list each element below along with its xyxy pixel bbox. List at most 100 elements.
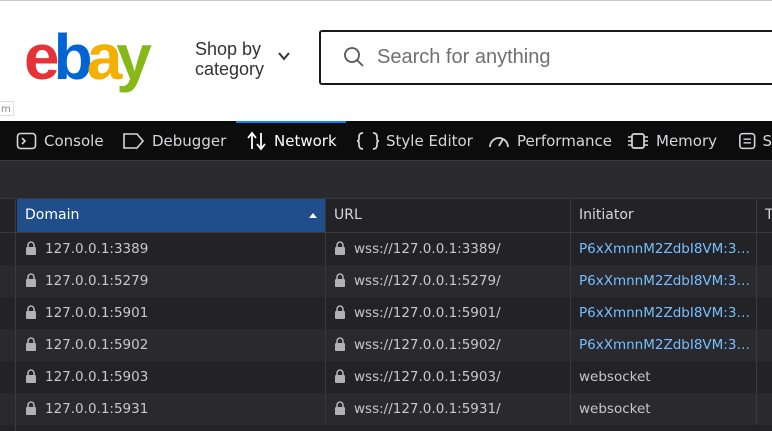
sort-ascending-icon bbox=[309, 213, 317, 218]
initiator-cell[interactable]: P6xXmnnM2ZdbI8VM:3… bbox=[571, 297, 757, 329]
category-label: category bbox=[195, 59, 265, 79]
logo-letter-a: a bbox=[86, 21, 123, 93]
initiator-link[interactable]: P6xXmnnM2ZdbI8VM:3… bbox=[579, 337, 750, 353]
table-row[interactable]: 127.0.0.1:5901 wss://127.0.0.1:5901/P6xXm… bbox=[0, 297, 772, 329]
url-cell: wss://127.0.0.1:5903/ bbox=[326, 361, 571, 393]
tab-network[interactable]: Network bbox=[236, 121, 346, 161]
column-header-url[interactable]: URL bbox=[326, 199, 571, 232]
tab-memory[interactable]: Memory bbox=[626, 121, 726, 161]
initiator-cell[interactable]: P6xXmnnM2ZdbI8VM:3… bbox=[571, 233, 757, 265]
url-cell: wss://127.0.0.1:3389/ bbox=[326, 233, 571, 265]
tab-label: S bbox=[762, 132, 772, 150]
logo-letter-e: e bbox=[24, 21, 60, 93]
network-filter-bar bbox=[0, 161, 772, 199]
table-row[interactable]: 127.0.0.1:5903 wss://127.0.0.1:5903/webso… bbox=[0, 361, 772, 393]
column-label: URL bbox=[334, 207, 362, 223]
type-cell bbox=[757, 361, 772, 393]
type-cell bbox=[757, 297, 772, 329]
initiator-link[interactable]: P6xXmnnM2ZdbI8VM:3… bbox=[579, 273, 750, 289]
search-icon bbox=[344, 47, 364, 67]
tab-label: Memory bbox=[656, 132, 718, 150]
tab-style-editor[interactable]: Style Editor bbox=[356, 121, 476, 161]
tab-performance[interactable]: Performance bbox=[487, 121, 612, 161]
type-cell bbox=[757, 265, 772, 297]
domain-text: 127.0.0.1:5279 bbox=[45, 273, 149, 289]
devtools-toolbar: Console Debugger Network Style Editor Pe… bbox=[0, 121, 772, 161]
tab-label: Debugger bbox=[152, 132, 227, 150]
lock-icon bbox=[335, 368, 345, 383]
tab-label: Console bbox=[44, 132, 104, 150]
style-editor-icon bbox=[356, 132, 380, 150]
lock-icon bbox=[26, 336, 36, 351]
memory-icon bbox=[628, 133, 648, 149]
domain-text: 127.0.0.1:5902 bbox=[45, 337, 149, 353]
column-header-initiator[interactable]: Initiator bbox=[571, 199, 757, 232]
column-label: Domain bbox=[25, 207, 80, 223]
shop-by-label: Shop by bbox=[195, 39, 262, 59]
domain-cell: 127.0.0.1:5901 bbox=[17, 297, 326, 329]
tab-storage[interactable]: S bbox=[738, 121, 772, 161]
domain-cell: 127.0.0.1:5279 bbox=[17, 265, 326, 297]
lock-icon bbox=[26, 272, 36, 287]
domain-cell: 127.0.0.1:5903 bbox=[17, 361, 326, 393]
initiator-text: websocket bbox=[579, 401, 651, 417]
logo-letter-y: y bbox=[116, 21, 152, 93]
url-text: wss://127.0.0.1:5931/ bbox=[354, 401, 501, 417]
domain-cell: 127.0.0.1:5902 bbox=[17, 329, 326, 361]
lock-icon bbox=[335, 304, 345, 319]
table-row[interactable]: 127.0.0.1:5279 wss://127.0.0.1:5279/P6xXm… bbox=[0, 265, 772, 297]
initiator-link[interactable]: P6xXmnnM2ZdbI8VM:3… bbox=[579, 241, 750, 257]
lock-icon bbox=[26, 368, 36, 383]
logo-letter-b: b bbox=[53, 21, 93, 93]
page-fragment: m bbox=[0, 101, 14, 116]
type-cell bbox=[757, 233, 772, 265]
chevron-down-icon[interactable] bbox=[277, 49, 291, 63]
url-text: wss://127.0.0.1:5279/ bbox=[354, 273, 501, 289]
url-cell: wss://127.0.0.1:5931/ bbox=[326, 393, 571, 425]
lock-icon bbox=[335, 272, 345, 287]
initiator-cell[interactable]: P6xXmnnM2ZdbI8VM:3… bbox=[571, 265, 757, 297]
url-cell: wss://127.0.0.1:5901/ bbox=[326, 297, 571, 329]
url-cell: wss://127.0.0.1:5902/ bbox=[326, 329, 571, 361]
url-text: wss://127.0.0.1:5902/ bbox=[354, 337, 501, 353]
domain-text: 127.0.0.1:5903 bbox=[45, 369, 149, 385]
ebay-header: ebay Shop by category m bbox=[0, 0, 772, 121]
initiator-link[interactable]: P6xXmnnM2ZdbI8VM:3… bbox=[579, 305, 750, 321]
initiator-cell[interactable]: P6xXmnnM2ZdbI8VM:3… bbox=[571, 329, 757, 361]
initiator-cell: websocket bbox=[571, 361, 757, 393]
lock-icon bbox=[26, 400, 36, 415]
network-table-header: Domain URL Initiator Ty bbox=[0, 199, 772, 233]
lock-icon bbox=[335, 336, 345, 351]
search-input[interactable] bbox=[377, 32, 757, 83]
shop-by-category-button[interactable]: Shop by category bbox=[195, 39, 264, 79]
domain-text: 127.0.0.1:5931 bbox=[45, 401, 149, 417]
url-text: wss://127.0.0.1:5903/ bbox=[354, 369, 501, 385]
domain-text: 127.0.0.1:3389 bbox=[45, 241, 149, 257]
domain-cell: 127.0.0.1:5931 bbox=[17, 393, 326, 425]
tab-debugger[interactable]: Debugger bbox=[122, 121, 230, 161]
tab-label: Performance bbox=[516, 132, 612, 150]
table-row[interactable]: 127.0.0.1:5931 wss://127.0.0.1:5931/webso… bbox=[0, 393, 772, 425]
url-text: wss://127.0.0.1:3389/ bbox=[354, 241, 501, 257]
search-box[interactable] bbox=[319, 30, 772, 85]
storage-icon bbox=[739, 132, 756, 150]
performance-icon bbox=[489, 137, 509, 148]
lock-icon bbox=[26, 240, 36, 255]
url-cell: wss://127.0.0.1:5279/ bbox=[326, 265, 571, 297]
initiator-cell: websocket bbox=[571, 393, 757, 425]
column-label: Ty bbox=[765, 207, 772, 223]
url-text: wss://127.0.0.1:5901/ bbox=[354, 305, 501, 321]
column-header-type[interactable]: Ty bbox=[757, 199, 772, 232]
table-row[interactable]: 127.0.0.1:3389 wss://127.0.0.1:3389/P6xXm… bbox=[0, 233, 772, 265]
type-cell bbox=[757, 393, 772, 425]
table-row[interactable]: 127.0.0.1:5902 wss://127.0.0.1:5902/P6xXm… bbox=[0, 329, 772, 361]
tab-label: Network bbox=[274, 132, 337, 150]
domain-text: 127.0.0.1:5901 bbox=[45, 305, 149, 321]
lock-icon bbox=[335, 240, 345, 255]
debugger-icon bbox=[123, 133, 145, 149]
ebay-logo[interactable]: ebay bbox=[24, 17, 152, 97]
tab-console[interactable]: Console bbox=[16, 121, 112, 161]
tab-label: Style Editor bbox=[386, 132, 473, 150]
column-label: Initiator bbox=[579, 207, 634, 223]
column-header-domain[interactable]: Domain bbox=[17, 199, 326, 232]
